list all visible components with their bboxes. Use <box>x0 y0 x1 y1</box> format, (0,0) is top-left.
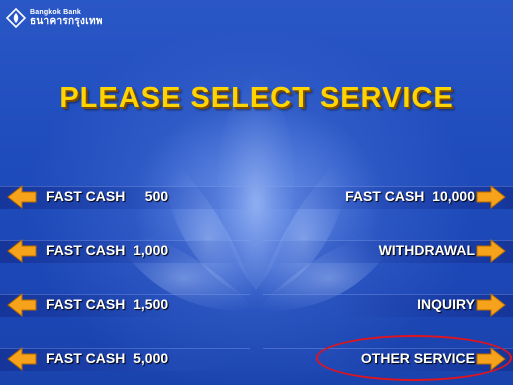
orange-arrow-left-icon <box>7 292 37 318</box>
fast-cash-500-button[interactable]: FAST CASH 500 <box>0 184 250 210</box>
fast-cash-1000-button[interactable]: FAST CASH 1,000 <box>0 238 250 264</box>
highlight-circle-annotation <box>316 335 512 381</box>
button-label: FAST CASH 500 <box>46 188 169 204</box>
button-label: FAST CASH 5,000 <box>46 350 169 366</box>
bangkok-bank-lotus-logo-icon <box>6 8 26 28</box>
button-label: FAST CASH 1,500 <box>46 296 169 312</box>
orange-arrow-left-icon <box>7 238 37 264</box>
screen-title: PLEASE SELECT SERVICE <box>59 82 454 114</box>
atm-screen: Bangkok Bank ธนาคารกรุงเทพ PLEASE SELECT… <box>0 0 513 385</box>
button-label: WITHDRAWAL <box>378 242 475 258</box>
orange-arrow-right-icon <box>476 292 506 318</box>
orange-arrow-right-icon <box>476 184 506 210</box>
button-label: INQUIRY <box>417 296 475 312</box>
fast-cash-1500-button[interactable]: FAST CASH 1,500 <box>0 292 250 318</box>
fast-cash-10000-button[interactable]: FAST CASH 10,000 <box>263 184 513 210</box>
bank-name-thai: ธนาคารกรุงเทพ <box>30 16 103 27</box>
fast-cash-5000-button[interactable]: FAST CASH 5,000 <box>0 346 250 372</box>
orange-arrow-left-icon <box>7 184 37 210</box>
inquiry-button[interactable]: INQUIRY <box>263 292 513 318</box>
bank-name-english: Bangkok Bank <box>30 9 82 16</box>
button-label: FAST CASH 10,000 <box>345 188 475 204</box>
bank-logo: Bangkok Bank ธนาคารกรุงเทพ <box>6 8 103 28</box>
orange-arrow-left-icon <box>7 346 37 372</box>
button-label: FAST CASH 1,000 <box>46 242 169 258</box>
withdrawal-button[interactable]: WITHDRAWAL <box>263 238 513 264</box>
orange-arrow-right-icon <box>476 238 506 264</box>
